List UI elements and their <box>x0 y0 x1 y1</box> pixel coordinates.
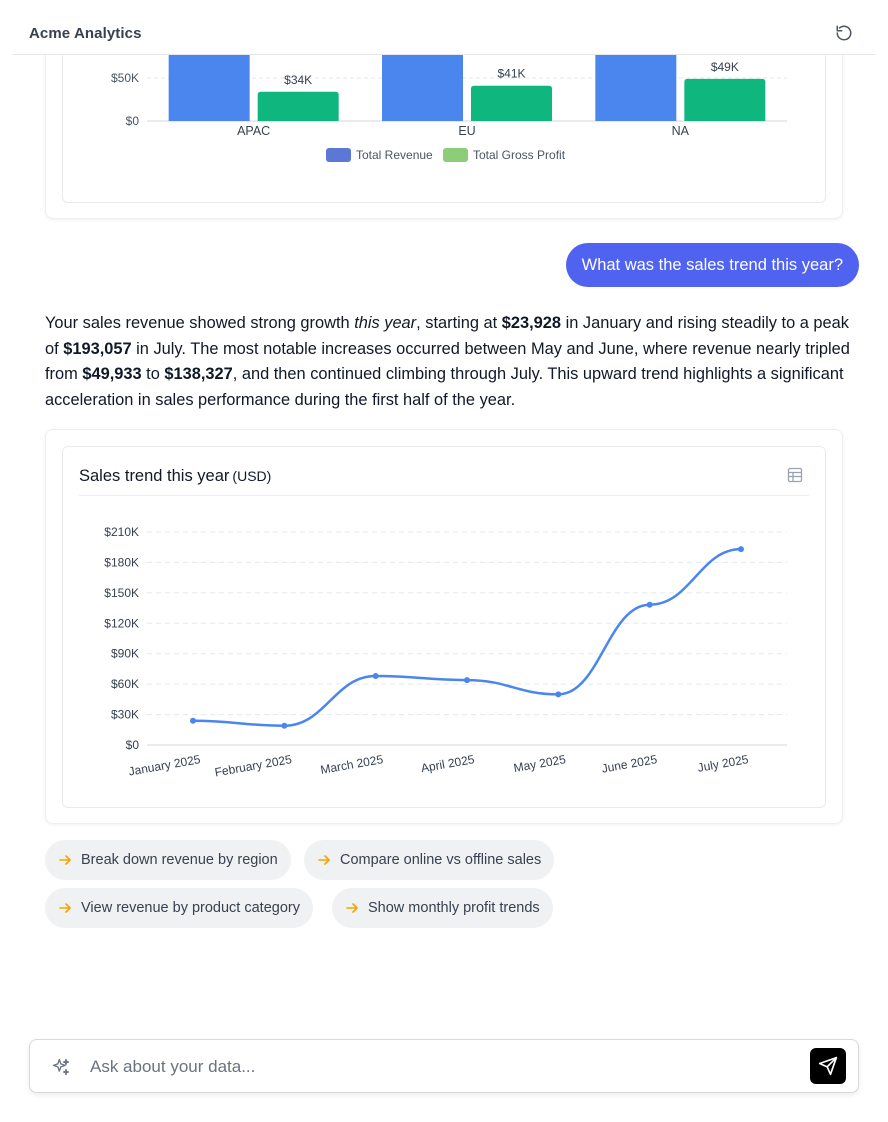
app-header: Acme Analytics <box>13 0 875 55</box>
line-chart: $0 $30K $60K $90K $120K $150K $180K $210K Januar… <box>104 525 787 780</box>
bar <box>471 85 552 121</box>
y-tick-label: $50K <box>111 71 139 85</box>
data-point <box>646 601 653 608</box>
x-tick-label: February 2025 <box>214 752 294 779</box>
data-point <box>281 722 288 729</box>
suggestion-label: Break down revenue by region <box>81 852 278 868</box>
legend-label: Total Revenue <box>356 148 433 162</box>
suggestion-label: Show monthly profit trends <box>368 900 540 916</box>
data-point <box>190 717 196 724</box>
y-tick-label: $0 <box>126 738 140 752</box>
arrow-right-icon <box>346 903 358 913</box>
y-tick-label: $60K <box>111 677 139 691</box>
y-tick-label: $180K <box>104 555 139 569</box>
data-point <box>464 677 470 684</box>
arrow-right-icon <box>59 855 71 865</box>
user-message-bubble: What was the sales trend this year? <box>565 243 859 287</box>
suggestion-chip[interactable]: View revenue by product category <box>45 888 313 928</box>
data-label: $34K <box>284 73 312 87</box>
data-point <box>555 691 562 698</box>
line-chart-panel: Sales trend this year (USD) $0 $30K $60K $90… <box>62 446 826 808</box>
refresh-icon[interactable] <box>835 24 853 42</box>
data-point <box>738 546 744 553</box>
x-tick-label: EU <box>458 124 475 138</box>
data-label: $41K <box>497 67 525 81</box>
chat-composer <box>29 1039 859 1093</box>
x-tick-label: March 2025 <box>319 752 384 777</box>
y-tick-label: $0 <box>126 114 140 128</box>
line-chart-card: Sales trend this year (USD) $0 $30K $60K $90… <box>45 429 843 824</box>
send-button[interactable] <box>810 1048 846 1084</box>
x-tick-label: April 2025 <box>420 752 476 775</box>
x-tick-label: July 2025 <box>696 752 749 775</box>
suggestion-chip[interactable]: Show monthly profit trends <box>332 888 553 928</box>
x-tick-label: January 2025 <box>127 752 201 778</box>
x-tick-label: June 2025 <box>601 752 659 776</box>
series-line <box>191 547 743 727</box>
y-tick-label: $90K <box>111 647 139 661</box>
x-tick-label: APAC <box>237 124 270 138</box>
y-tick-label: $210K <box>104 525 139 539</box>
suggestion-label: Compare online vs offline sales <box>340 852 542 868</box>
arrow-right-icon <box>318 855 330 865</box>
legend-swatch <box>443 148 468 162</box>
chat-input[interactable] <box>90 1050 790 1084</box>
suggestion-label: View revenue by product category <box>81 900 300 916</box>
suggestion-chip[interactable]: Compare online vs offline sales <box>304 840 555 880</box>
x-tick-label: May 2025 <box>513 752 568 775</box>
legend-swatch <box>326 148 351 162</box>
data-point <box>372 673 379 680</box>
app-title: Acme Analytics <box>29 25 142 42</box>
y-tick-label: $120K <box>104 616 139 630</box>
x-tick-label: NA <box>672 124 690 138</box>
suggestion-chip[interactable]: Break down revenue by region <box>45 840 291 880</box>
bar <box>684 78 766 121</box>
bar <box>257 91 339 121</box>
sparkle-icon <box>52 1058 70 1076</box>
y-tick-label: $30K <box>111 708 139 722</box>
arrow-right-icon <box>59 903 71 913</box>
legend-label: Total Gross Profit <box>473 148 566 162</box>
y-tick-label: $150K <box>104 586 139 600</box>
assistant-answer: Your sales revenue showed strong growth … <box>45 314 850 410</box>
send-icon <box>818 1056 838 1076</box>
data-label: $49K <box>711 60 739 74</box>
